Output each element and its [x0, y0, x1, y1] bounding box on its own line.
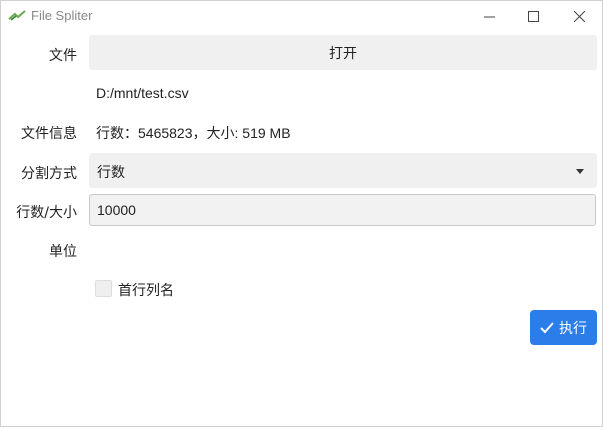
- unit-label: 单位: [49, 244, 77, 260]
- window-title: File Spliter: [31, 8, 93, 23]
- check-icon: [540, 321, 554, 333]
- header-row-checkbox[interactable]: [95, 280, 112, 297]
- minimize-button[interactable]: [466, 1, 512, 31]
- maximize-button[interactable]: [510, 1, 556, 31]
- close-icon: [573, 10, 585, 22]
- close-button[interactable]: [556, 1, 602, 31]
- file-path-text: D:/mnt/test.csv: [96, 85, 189, 101]
- app-window: File Spliter 文件 打开 D:/mnt/test.csv 文件信息 …: [0, 0, 603, 427]
- maximize-icon: [527, 10, 539, 22]
- minimize-icon: [483, 16, 495, 17]
- open-file-button[interactable]: 打开: [89, 35, 597, 70]
- split-mode-value: 行数: [97, 165, 125, 181]
- file-info-label: 文件信息: [21, 126, 77, 142]
- file-label: 文件: [49, 48, 77, 64]
- title-bar: File Spliter: [1, 1, 602, 31]
- size-label: 行数/大小: [16, 205, 77, 221]
- file-info-text: 行数：5465823，大小: 519 MB: [96, 125, 291, 141]
- size-input[interactable]: 10000: [89, 194, 596, 226]
- chevron-down-icon: [576, 169, 584, 174]
- app-logo-icon: [8, 10, 26, 21]
- run-button-label: 执行: [559, 320, 587, 337]
- split-mode-label: 分割方式: [21, 166, 77, 182]
- run-button[interactable]: 执行: [530, 310, 597, 345]
- header-row-checkbox-label[interactable]: 首行列名: [118, 280, 174, 300]
- size-input-value: 10000: [97, 202, 136, 218]
- split-mode-select[interactable]: 行数: [89, 153, 597, 188]
